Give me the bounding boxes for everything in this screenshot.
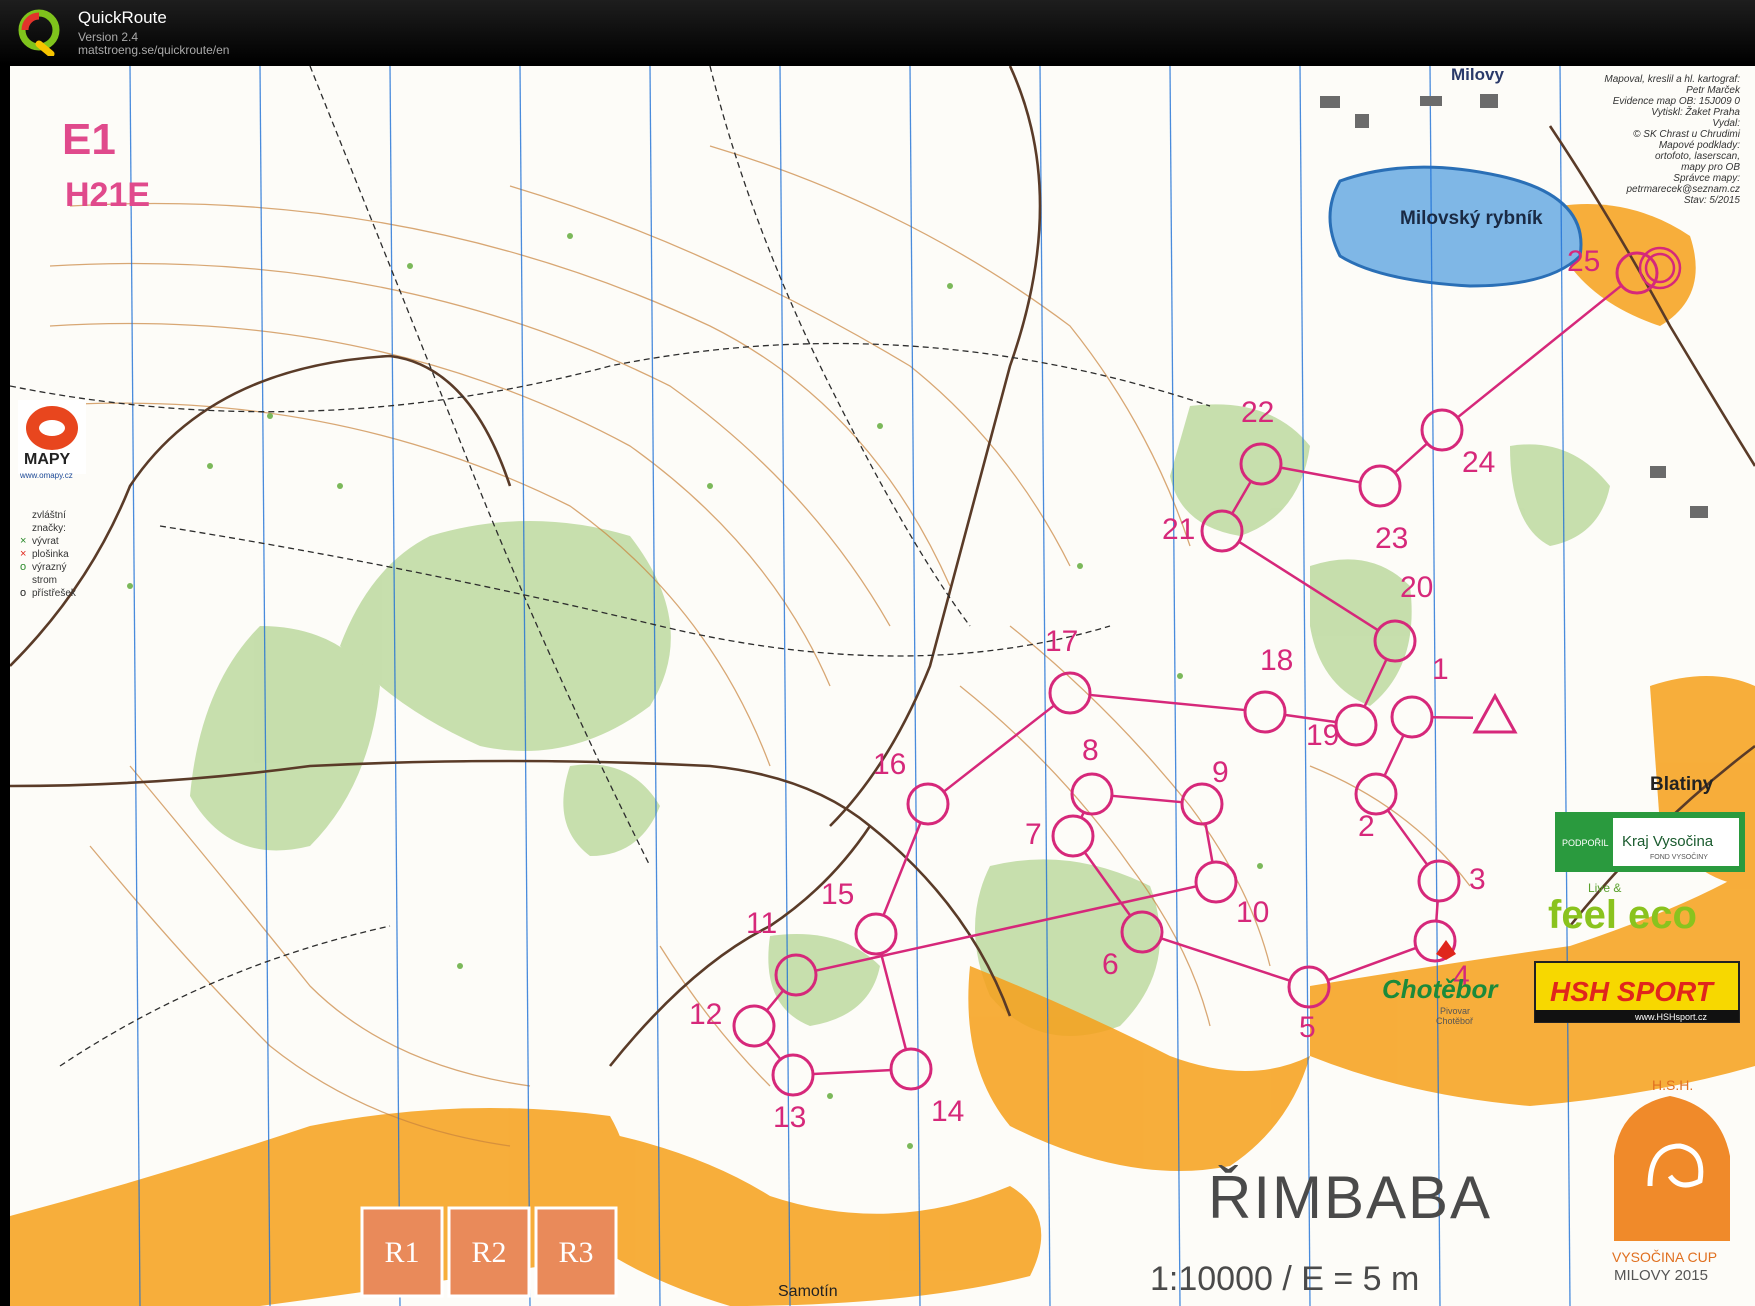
control-number: 1 (1432, 653, 1449, 686)
event-code: E1 (62, 115, 116, 164)
credit-line: petrmarecek@seznam.cz (1625, 184, 1740, 195)
mapy-logo-text: MAPY (24, 451, 71, 468)
legend-entry: výrazný (32, 562, 66, 573)
map-canvas: 12345678910111213 14151617181920212223242… (10, 66, 1755, 1306)
legend-entry: vývrat (32, 536, 59, 547)
control-number: 19 (1306, 719, 1339, 752)
svg-text:MILOVY 2015: MILOVY 2015 (1614, 1267, 1708, 1284)
svg-text:VYSOČINA CUP: VYSOČINA CUP (1612, 1249, 1717, 1265)
mapy-logo: MAPY www.omapy.cz (18, 400, 86, 480)
credit-line: © SK Chrast u Chrudimi (1633, 129, 1741, 140)
legend-entry: zvláštní (32, 510, 66, 521)
control-number: 22 (1241, 396, 1274, 429)
credit-line: Evidence map OB: 15J009 0 (1613, 96, 1741, 107)
credit-line: Mapové podklady: (1659, 140, 1740, 151)
control-number: 24 (1462, 446, 1495, 479)
mapy-url: www.omapy.cz (19, 471, 73, 480)
credit-line: Petr Marček (1686, 85, 1741, 96)
legend-entry: plošinka (32, 549, 69, 560)
relay-boxes: R1 R2 R3 (360, 1206, 618, 1298)
map-name: ŘIMBABA (1208, 1164, 1492, 1231)
app-url[interactable]: matstroeng.se/quickroute/en (78, 43, 229, 57)
title-bar: QuickRoute Version 2.4 matstroeng.se/qui… (0, 0, 1755, 64)
control-number: 2 (1358, 810, 1375, 843)
svg-text:Chotěbor: Chotěbor (1382, 974, 1499, 1004)
feel-eco-logo: feel eco (1548, 893, 1697, 937)
control-number: 8 (1082, 734, 1099, 767)
control-number: 18 (1260, 644, 1293, 677)
map-scale: 1:10000 / E = 5 m (1150, 1260, 1419, 1298)
credit-line: Mapoval, kreslil a hl. kartograf: (1604, 74, 1740, 85)
svg-text:H.S.H.: H.S.H. (1652, 1077, 1693, 1093)
control-number: 7 (1025, 818, 1042, 851)
control-number: 9 (1212, 756, 1229, 789)
control-number: 12 (689, 998, 722, 1031)
control-number: 5 (1299, 1011, 1316, 1044)
svg-text:www.HSHsport.cz: www.HSHsport.cz (1634, 1012, 1708, 1022)
credit-line: Stav: 5/2015 (1684, 195, 1741, 206)
legend-entry: strom (32, 575, 57, 586)
control-number: 11 (746, 907, 777, 940)
credit-line: Vytiskl: Žaket Praha (1651, 105, 1740, 118)
course-leg (1435, 900, 1439, 922)
legend-symbol: o (20, 561, 26, 573)
control-number: 14 (931, 1095, 964, 1128)
credit-line: Správce mapy: (1673, 173, 1740, 184)
orienteering-map[interactable]: 1 2 3 4 5 6 7 8 9 10 11 12 13 14 15 16 17 18 19 20 21 22 23 24 2… (10, 66, 1755, 1306)
control-number: 21 (1162, 513, 1195, 546)
category-label: H21E (65, 176, 150, 214)
svg-text:HSH SPORT: HSH SPORT (1550, 976, 1716, 1007)
legend-symbol: o (20, 587, 26, 599)
svg-text:PODPOŘIL: PODPOŘIL (1562, 838, 1609, 848)
app-name: QuickRoute (78, 8, 167, 27)
quickroute-logo-icon (18, 9, 60, 56)
sponsor-hsh-sport: HSH SPORT www.HSHsport.cz (1534, 961, 1740, 1023)
app-version: Version 2.4 (78, 30, 139, 44)
relay-box-label: R3 (558, 1236, 593, 1269)
svg-text:Chotěboř: Chotěboř (1436, 1016, 1474, 1026)
lake-name: Milovský rybník (1400, 208, 1543, 229)
control-number: 25 (1567, 245, 1600, 278)
place-samotin: Samotín (778, 1283, 838, 1300)
credit-line: Vydal: (1712, 118, 1740, 129)
control-number: 20 (1400, 571, 1433, 604)
credit-line: mapy pro OB (1681, 162, 1740, 173)
place-milovy: Milovy (1451, 66, 1504, 84)
place-blatiny: Blatiny (1650, 774, 1714, 795)
control-number: 23 (1375, 522, 1408, 555)
control-number: 16 (873, 748, 906, 781)
control-number: 3 (1469, 863, 1486, 896)
control-number: 13 (773, 1101, 806, 1134)
legend-symbol: × (20, 535, 26, 547)
svg-text:Kraj Vysočina: Kraj Vysočina (1622, 833, 1714, 850)
svg-text:FOND VYSOČINY: FOND VYSOČINY (1650, 852, 1708, 861)
credit-line: ortofoto, laserscan, (1655, 151, 1740, 162)
control-number: 15 (821, 878, 854, 911)
legend-entry: značky: (32, 523, 66, 534)
control-number: 6 (1102, 948, 1119, 981)
control-number: 10 (1236, 896, 1269, 929)
relay-box-label: R1 (384, 1236, 419, 1269)
legend-entry: přístřešek (32, 588, 77, 599)
sponsor-kraj-vysocina: PODPOŘIL Kraj Vysočina FOND VYSOČINY (1555, 812, 1745, 872)
legend-symbol: × (20, 548, 26, 560)
svg-text:Pivovar: Pivovar (1440, 1006, 1470, 1016)
control-number: 17 (1045, 625, 1078, 658)
relay-box-label: R2 (471, 1236, 506, 1269)
